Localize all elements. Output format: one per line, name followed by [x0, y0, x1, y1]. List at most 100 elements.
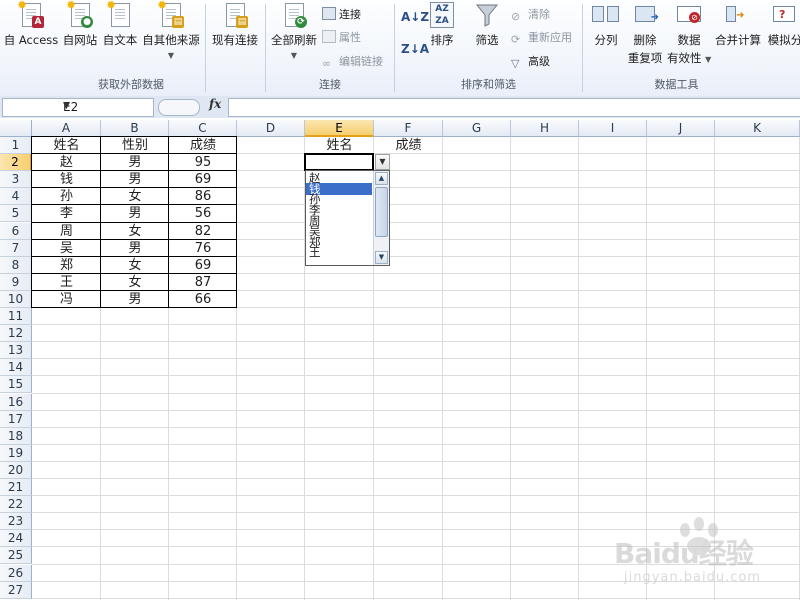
- table-cell[interactable]: 女: [101, 188, 169, 205]
- table-cell[interactable]: 钱: [32, 171, 101, 188]
- row-header-7[interactable]: 7: [0, 239, 32, 257]
- filter-button[interactable]: 筛选: [467, 2, 507, 48]
- dropdown-option[interactable]: 王: [306, 246, 372, 258]
- data-validation-button[interactable]: ⊘ 数据 有效性 ▼: [667, 2, 711, 66]
- column-header-e[interactable]: E: [305, 120, 374, 137]
- table-cell[interactable]: 男: [101, 240, 169, 257]
- table-cell[interactable]: 吴: [32, 240, 101, 257]
- row-header-4[interactable]: 4: [0, 188, 32, 206]
- existing-connections-button[interactable]: ▤ 现有连接: [208, 2, 262, 48]
- row-header-6[interactable]: 6: [0, 222, 32, 240]
- column-header-d[interactable]: D: [237, 120, 305, 137]
- column-header-b[interactable]: B: [101, 120, 169, 137]
- scroll-thumb[interactable]: [375, 187, 388, 238]
- active-cell[interactable]: [304, 153, 374, 172]
- row-header-8[interactable]: 8: [0, 256, 32, 274]
- clear-filter-button[interactable]: ⊘ 清除: [511, 6, 550, 23]
- row-header-17[interactable]: 17: [0, 410, 32, 428]
- row-header-22[interactable]: 22: [0, 496, 32, 514]
- table-cell[interactable]: 女: [101, 223, 169, 240]
- sort-button[interactable]: AZ ZA 排序: [425, 2, 459, 48]
- table-cell[interactable]: 95: [169, 154, 237, 171]
- lookup-header-cell[interactable]: 成绩: [374, 137, 443, 154]
- table-header-cell[interactable]: 成绩: [169, 137, 237, 154]
- table-cell[interactable]: 冯: [32, 291, 101, 308]
- row-header-21[interactable]: 21: [0, 479, 32, 497]
- table-cell[interactable]: 87: [169, 274, 237, 291]
- row-header-24[interactable]: 24: [0, 530, 32, 548]
- table-cell[interactable]: 男: [101, 291, 169, 308]
- row-header-3[interactable]: 3: [0, 171, 32, 189]
- column-header-k[interactable]: K: [715, 120, 800, 137]
- table-cell[interactable]: 男: [101, 205, 169, 222]
- column-header-a[interactable]: A: [32, 120, 101, 137]
- table-cell[interactable]: 82: [169, 223, 237, 240]
- consolidate-button[interactable]: ➜ 合并计算: [713, 2, 763, 48]
- row-header-23[interactable]: 23: [0, 513, 32, 531]
- chevron-down-icon[interactable]: ▼: [63, 101, 149, 111]
- table-cell[interactable]: 李: [32, 205, 101, 222]
- formula-input[interactable]: [228, 98, 800, 117]
- reapply-button[interactable]: ⟳ 重新应用: [511, 29, 572, 46]
- table-cell[interactable]: 女: [101, 257, 169, 274]
- row-header-18[interactable]: 18: [0, 427, 32, 445]
- properties-button[interactable]: 属性: [322, 29, 361, 45]
- insert-function-icon[interactable]: fx: [209, 97, 221, 111]
- validation-dropdown-list[interactable]: 赵钱孙李周吴郑王 ▲ ▼: [305, 170, 390, 267]
- row-header-16[interactable]: 16: [0, 393, 32, 411]
- scroll-down-icon[interactable]: ▼: [375, 251, 388, 265]
- table-cell[interactable]: 76: [169, 240, 237, 257]
- text-to-columns-button[interactable]: 分列: [589, 2, 623, 48]
- row-header-10[interactable]: 10: [0, 290, 32, 308]
- from-access-button[interactable]: ✹ A 自 Access: [2, 0, 60, 48]
- table-cell[interactable]: 男: [101, 171, 169, 188]
- row-header-11[interactable]: 11: [0, 308, 32, 326]
- row-header-25[interactable]: 25: [0, 547, 32, 565]
- refresh-all-button[interactable]: ⟳ 全部刷新 ▼: [268, 2, 320, 60]
- validation-dropdown-button[interactable]: ▼: [375, 154, 390, 171]
- from-text-button[interactable]: ✹ 自文本: [100, 0, 140, 48]
- column-header-g[interactable]: G: [443, 120, 511, 137]
- row-header-2[interactable]: 2: [0, 154, 32, 172]
- row-header-26[interactable]: 26: [0, 564, 32, 582]
- table-cell[interactable]: 孙: [32, 188, 101, 205]
- row-header-14[interactable]: 14: [0, 359, 32, 377]
- column-header-c[interactable]: C: [169, 120, 237, 137]
- table-cell[interactable]: 周: [32, 223, 101, 240]
- dropdown-scrollbar[interactable]: ▲ ▼: [373, 171, 389, 266]
- select-all-corner[interactable]: [0, 120, 32, 137]
- table-cell[interactable]: 66: [169, 291, 237, 308]
- connections-button[interactable]: 连接: [322, 6, 361, 22]
- table-header-cell[interactable]: 姓名: [32, 137, 101, 154]
- row-header-15[interactable]: 15: [0, 376, 32, 394]
- lookup-header-cell[interactable]: 姓名: [305, 137, 374, 154]
- row-header-19[interactable]: 19: [0, 444, 32, 462]
- advanced-filter-button[interactable]: ▽ 高级: [511, 53, 550, 70]
- name-box[interactable]: E2 ▼: [2, 98, 154, 117]
- table-cell[interactable]: 69: [169, 257, 237, 274]
- column-header-i[interactable]: I: [579, 120, 647, 137]
- table-cell[interactable]: 86: [169, 188, 237, 205]
- row-header-12[interactable]: 12: [0, 325, 32, 343]
- table-cell[interactable]: 郑: [32, 257, 101, 274]
- row-header-9[interactable]: 9: [0, 273, 32, 291]
- row-header-20[interactable]: 20: [0, 461, 32, 479]
- column-header-f[interactable]: F: [374, 120, 443, 137]
- scroll-up-icon[interactable]: ▲: [375, 172, 388, 186]
- table-cell[interactable]: 56: [169, 205, 237, 222]
- table-cell[interactable]: 69: [169, 171, 237, 188]
- table-cell[interactable]: 男: [101, 154, 169, 171]
- row-header-27[interactable]: 27: [0, 581, 32, 599]
- from-other-sources-button[interactable]: ✹ ▤ 自其他来源 ▼: [140, 0, 202, 60]
- remove-duplicates-button[interactable]: ➜ 删除 重复项: [625, 2, 665, 66]
- table-cell[interactable]: 女: [101, 274, 169, 291]
- column-header-j[interactable]: J: [647, 120, 715, 137]
- data-validation-label-2-wrap[interactable]: 有效性 ▼: [667, 50, 711, 66]
- table-cell[interactable]: 王: [32, 274, 101, 291]
- formula-bar-handle[interactable]: [158, 99, 200, 116]
- row-header-13[interactable]: 13: [0, 342, 32, 360]
- row-header-1[interactable]: 1: [0, 137, 32, 155]
- edit-links-button[interactable]: ∞ 编辑链接: [322, 53, 383, 70]
- from-web-button[interactable]: ✹ ● 自网站: [60, 0, 100, 48]
- column-header-h[interactable]: H: [511, 120, 579, 137]
